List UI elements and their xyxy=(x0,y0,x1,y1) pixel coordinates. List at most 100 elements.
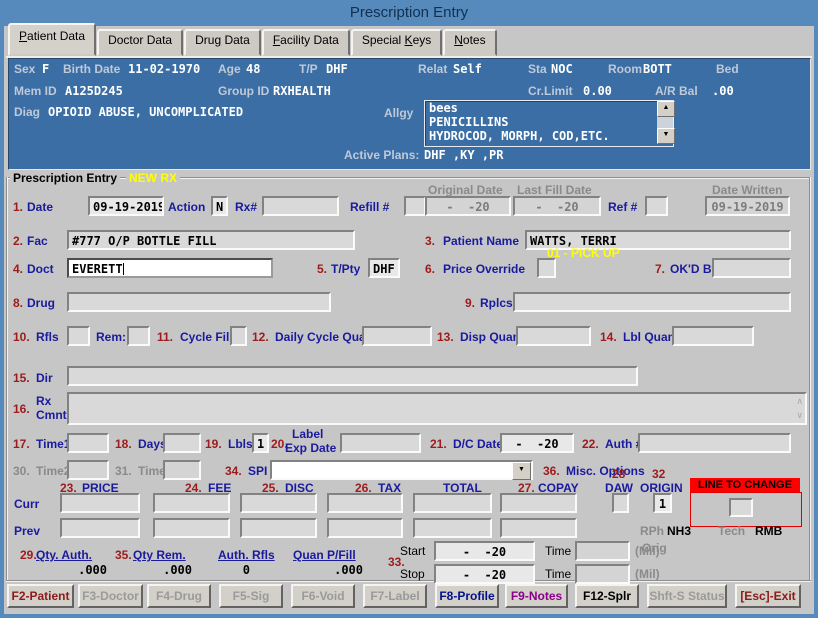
rfls-label: Rfls xyxy=(36,330,59,344)
dc-date-field[interactable]: - -20 xyxy=(500,433,574,453)
f7-label-button[interactable]: F7-Label xyxy=(363,584,427,608)
scroll-down-icon[interactable]: ∨ xyxy=(796,411,803,420)
allergy-item[interactable]: bees xyxy=(425,101,673,115)
refill-field[interactable] xyxy=(404,196,426,216)
time1-field[interactable] xyxy=(67,433,109,453)
okd-by-number: 7. xyxy=(655,262,665,276)
prev-disc-field xyxy=(240,518,317,538)
start-time-field[interactable] xyxy=(575,541,630,561)
daw-field[interactable] xyxy=(612,493,629,513)
date-number: 1. xyxy=(13,200,23,214)
tab-special-keys[interactable]: Special Keys xyxy=(351,29,442,56)
rplcs-number: 9. xyxy=(465,296,475,310)
f8-profile-button[interactable]: F8-Profile xyxy=(435,584,499,608)
doct-field[interactable]: EVERETT xyxy=(67,258,273,278)
rx-number-field[interactable] xyxy=(262,196,339,216)
time1-label: Time1 xyxy=(36,437,70,451)
curr-disc-field[interactable] xyxy=(240,493,317,513)
fac-field[interactable]: #777 O/P BOTTLE FILL xyxy=(67,230,355,250)
stop-time-field[interactable] xyxy=(575,564,630,584)
auth-number: 22. xyxy=(582,437,599,451)
scroll-down-icon[interactable]: ▼ xyxy=(657,128,675,144)
days-field[interactable] xyxy=(163,433,201,453)
cycle-fill-field[interactable] xyxy=(230,326,247,346)
lbl-quan-field[interactable] xyxy=(672,326,754,346)
f12-splr-button[interactable]: F12-Splr xyxy=(575,584,639,608)
esc-exit-button[interactable]: [Esc]-Exit xyxy=(735,584,801,608)
lbls-field[interactable]: 1 xyxy=(252,433,269,453)
rplcs-field[interactable] xyxy=(513,292,791,312)
allergy-item[interactable]: HYDROCOD, MORPH, COD,ETC. xyxy=(425,129,673,143)
f6-void-button[interactable]: F6-Void xyxy=(291,584,355,608)
f2-patient-button[interactable]: F2-Patient xyxy=(7,584,74,608)
allergy-item[interactable]: PENICILLINS xyxy=(425,115,673,129)
rph-label: RPh xyxy=(640,524,664,538)
f5-sig-button[interactable]: F5-Sig xyxy=(219,584,283,608)
cycle-fill-number: 11. xyxy=(157,330,173,344)
tab-facility-data[interactable]: Facility Data xyxy=(262,29,350,56)
dir-field[interactable] xyxy=(67,366,638,386)
prev-label: Prev xyxy=(14,524,40,538)
sex-label: Sex xyxy=(14,62,35,76)
f9-notes-button[interactable]: F9-Notes xyxy=(505,584,568,608)
action-field[interactable]: N xyxy=(211,196,228,216)
prev-copay-field xyxy=(500,518,577,538)
line-to-change-field[interactable] xyxy=(729,498,753,517)
f4-drug-button[interactable]: F4-Drug xyxy=(147,584,211,608)
date-written-label: Date Written xyxy=(712,183,782,197)
start-date-field[interactable]: - -20 xyxy=(434,541,535,561)
auth-rfls-label: Auth. Rfls xyxy=(218,548,275,562)
auth-number-field[interactable] xyxy=(638,433,791,453)
origin-field[interactable]: 1 xyxy=(653,493,672,513)
okd-by-field[interactable] xyxy=(712,258,791,278)
tab-doctor-data[interactable]: Doctor Data xyxy=(97,29,183,56)
scroll-up-icon[interactable]: ∧ xyxy=(796,397,803,406)
groupbox-title: Prescription Entry xyxy=(10,171,120,185)
daily-cycle-quan-number: 12. xyxy=(252,330,269,344)
drug-field[interactable] xyxy=(67,292,331,312)
curr-fee-field[interactable] xyxy=(153,493,230,513)
allergy-scrollbar[interactable]: ▲ ▼ xyxy=(657,101,673,144)
tab-notes[interactable]: Notes xyxy=(443,29,496,56)
curr-copay-field[interactable] xyxy=(500,493,577,513)
sex-value: F xyxy=(42,62,49,76)
diag-label: Diag xyxy=(14,105,40,119)
time1-number: 17. xyxy=(13,437,30,451)
disp-quan-field[interactable] xyxy=(516,326,591,346)
curr-tax-field[interactable] xyxy=(327,493,403,513)
stop-date-field[interactable]: - -20 xyxy=(434,564,535,584)
disp-quan-number: 13. xyxy=(437,330,454,344)
tpty-field[interactable]: DHF xyxy=(368,258,400,278)
rx-cmnts-field[interactable]: ∧ ∨ xyxy=(67,392,807,425)
daily-cycle-quan-field[interactable] xyxy=(362,326,432,346)
doct-number: 4. xyxy=(13,262,23,276)
scroll-up-icon[interactable]: ▲ xyxy=(657,101,675,117)
ar-bal-value: .00 xyxy=(712,84,734,98)
price-override-field[interactable] xyxy=(537,258,556,278)
drug-label: Drug xyxy=(27,296,55,310)
pickup-note: 01 - PICK UP xyxy=(547,246,620,260)
cr-limit-value: 0.00 xyxy=(583,84,612,98)
qty-rem-label: Qty Rem. xyxy=(133,548,186,562)
tp-value: DHF xyxy=(326,62,348,76)
date-field[interactable]: 09-19-2019 xyxy=(88,196,164,216)
dc-date-number: 21. xyxy=(430,437,447,451)
label-exp-date-field[interactable] xyxy=(340,433,421,453)
tab-drug-data[interactable]: Drug Data xyxy=(184,29,261,56)
dir-number: 15. xyxy=(13,371,30,385)
stop-mil-label: (Mil) xyxy=(635,567,660,581)
rem-field[interactable] xyxy=(127,326,150,346)
f3-doctor-button[interactable]: F3-Doctor xyxy=(78,584,143,608)
tab-patient-data[interactable]: Patient Data xyxy=(8,23,96,56)
room-label: Room xyxy=(608,62,642,76)
spi-dropdown[interactable]: ▼ xyxy=(270,460,533,480)
chevron-down-icon[interactable]: ▼ xyxy=(512,462,531,480)
shft-s-status-button[interactable]: Shft-S Status xyxy=(647,584,727,608)
patient-name-number: 3. xyxy=(425,234,435,248)
curr-price-field[interactable] xyxy=(60,493,140,513)
ref-number-field[interactable] xyxy=(645,196,668,216)
daw-number: 28 xyxy=(612,467,625,481)
rfls-field[interactable] xyxy=(67,326,90,346)
allergy-listbox[interactable]: bees PENICILLINS HYDROCOD, MORPH, COD,ET… xyxy=(424,100,674,147)
qty-rem-value: .000 xyxy=(150,563,192,577)
